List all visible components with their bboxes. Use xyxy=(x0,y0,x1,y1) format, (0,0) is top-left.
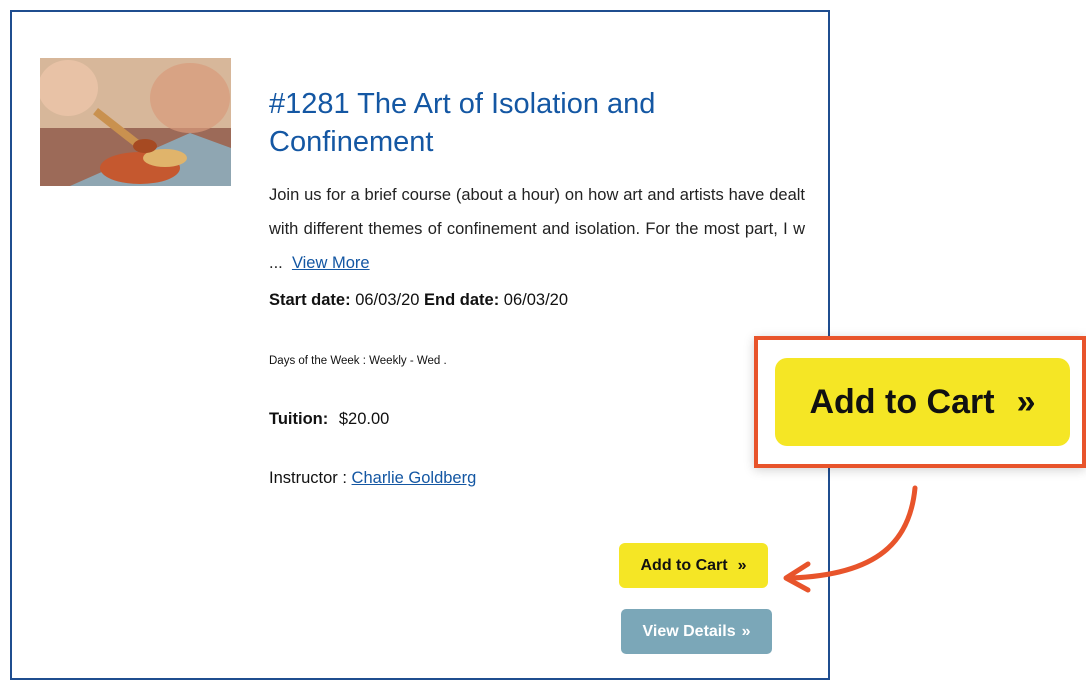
chevron-right-icon: » xyxy=(741,622,751,640)
tuition-value: $20.00 xyxy=(338,410,390,428)
add-to-cart-label: Add to Cart xyxy=(640,556,728,574)
callout-add-to-cart-button: Add to Cart » xyxy=(775,358,1070,446)
tuition: Tuition: $20.00 xyxy=(269,410,389,429)
add-to-cart-callout: Add to Cart » xyxy=(754,336,1086,468)
instructor-label: Instructor : xyxy=(269,469,347,487)
view-more-link[interactable]: View More xyxy=(292,254,370,272)
painting-brush-image xyxy=(40,58,231,186)
start-date-value: 06/03/20 xyxy=(355,291,420,309)
chevron-right-icon: » xyxy=(737,556,747,574)
start-date-label: Start date: xyxy=(269,291,351,309)
add-to-cart-button[interactable]: Add to Cart » xyxy=(619,543,768,588)
chevron-right-icon: » xyxy=(1016,382,1036,421)
course-title[interactable]: #1281 The Art of Isolation and Confineme… xyxy=(269,85,739,161)
course-description: Join us for a brief course (about a hour… xyxy=(269,178,805,280)
course-dates: Start date: 06/03/20 End date: 06/03/20 xyxy=(269,291,568,310)
end-date-value: 06/03/20 xyxy=(503,291,569,309)
instructor: Instructor : Charlie Goldberg xyxy=(269,469,476,488)
view-details-button[interactable]: View Details » xyxy=(621,609,772,654)
view-details-label: View Details xyxy=(642,622,736,640)
curved-arrow-icon xyxy=(783,485,918,593)
tuition-label: Tuition: xyxy=(269,410,329,428)
end-date-label: End date: xyxy=(424,291,500,309)
instructor-link[interactable]: Charlie Goldberg xyxy=(352,469,477,487)
days-of-week: Days of the Week : Weekly - Wed . xyxy=(269,355,447,367)
callout-label: Add to Cart xyxy=(809,382,995,421)
course-thumbnail[interactable] xyxy=(40,58,231,186)
